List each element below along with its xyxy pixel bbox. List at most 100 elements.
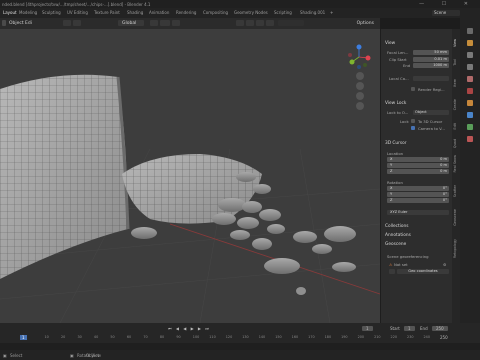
scene-properties-icon[interactable] bbox=[467, 76, 473, 82]
sidebar-tab-view[interactable]: View bbox=[453, 39, 459, 47]
xray-icon[interactable] bbox=[266, 20, 274, 26]
location-y-value: 0 m bbox=[440, 163, 447, 167]
rotation-x-field[interactable]: X 0° bbox=[387, 186, 449, 191]
camera-view-icon[interactable] bbox=[356, 92, 364, 100]
scene-georeferencing-label: Scene georeferencing bbox=[387, 254, 429, 259]
rotation-mode-dropdown[interactable]: XYZ Euler bbox=[387, 210, 449, 215]
tab-modeling[interactable]: Modeling bbox=[19, 10, 37, 15]
geo-coordinates-icon bbox=[389, 269, 395, 274]
render-region-checkbox[interactable] bbox=[411, 87, 415, 91]
rotation-z-axis: Z bbox=[390, 198, 393, 202]
select-mode-icon[interactable] bbox=[73, 20, 81, 26]
local-camera-field[interactable] bbox=[413, 76, 449, 81]
select-box-icon[interactable] bbox=[63, 20, 71, 26]
collections-header[interactable]: Collections bbox=[385, 224, 409, 229]
sidebar-tab-retopology[interactable]: Retopology bbox=[453, 239, 459, 258]
rotation-y-value: 0° bbox=[442, 192, 447, 196]
proportional-edit-icon[interactable] bbox=[172, 20, 180, 26]
location-x-field[interactable]: X 0 m bbox=[387, 157, 449, 162]
ruler-tick-label: 70 bbox=[143, 335, 148, 339]
pan-hand-icon[interactable] bbox=[356, 82, 364, 90]
mode-object[interactable]: Object bbox=[9, 21, 24, 26]
ruler-tick-label: 10 bbox=[44, 335, 49, 339]
location-y-field[interactable]: Y 0 m bbox=[387, 163, 449, 168]
output-properties-icon[interactable] bbox=[467, 52, 473, 58]
sidebar-tab-scatter[interactable]: Scatter bbox=[453, 185, 459, 197]
material-properties-icon[interactable] bbox=[467, 136, 473, 142]
view-panel-header[interactable]: View bbox=[385, 41, 395, 46]
annotations-header[interactable]: Annotations bbox=[385, 233, 411, 238]
tab-texture-paint[interactable]: Texture Paint bbox=[94, 10, 120, 15]
editor-type-icon[interactable] bbox=[2, 20, 6, 26]
tab-shading[interactable]: Shading bbox=[127, 10, 143, 15]
rotation-label: Rotation bbox=[387, 180, 403, 185]
playhead[interactable]: 1 bbox=[20, 335, 27, 340]
focal-length-field[interactable]: 50 mm bbox=[413, 50, 449, 55]
overlay-icon[interactable] bbox=[256, 20, 264, 26]
sidebar-tab-item[interactable]: Item bbox=[453, 79, 459, 87]
tab-animation[interactable]: Animation bbox=[149, 10, 169, 15]
timeline-track[interactable] bbox=[0, 343, 480, 350]
timeline[interactable]: ⏮ ◀ ◀ ▶ ▶ ⏭ 1 Start 1 End 250 1 250 10 20… bbox=[0, 323, 480, 343]
tab-sculpting[interactable]: Sculpting bbox=[42, 10, 61, 15]
gizmo-icon[interactable] bbox=[246, 20, 254, 26]
perspective-toggle-icon[interactable] bbox=[356, 102, 364, 110]
zoom-icon[interactable] bbox=[356, 72, 364, 80]
scene-selector[interactable]: Scene bbox=[432, 10, 460, 16]
options-dropdown[interactable]: Options bbox=[357, 21, 374, 26]
view-lock-header[interactable]: View Lock bbox=[385, 101, 406, 106]
shading-modes[interactable] bbox=[278, 20, 304, 26]
rotation-y-field[interactable]: Y 0° bbox=[387, 192, 449, 197]
snap-icon[interactable] bbox=[160, 20, 170, 26]
pivot-icon[interactable] bbox=[150, 20, 158, 26]
view-layer-properties-icon[interactable] bbox=[467, 64, 473, 70]
tab-uv-editing[interactable]: UV Editing bbox=[67, 10, 88, 15]
tab-layout[interactable]: Layout bbox=[3, 10, 17, 15]
3d-cursor-header[interactable]: 3D Cursor bbox=[385, 141, 407, 146]
sidebar-tab-quad[interactable]: Quad bbox=[453, 139, 459, 148]
menu-edit[interactable]: Edi bbox=[25, 21, 32, 26]
render-properties-icon[interactable] bbox=[467, 40, 473, 46]
add-workspace-icon[interactable]: + bbox=[330, 10, 333, 15]
clip-start-field[interactable]: 0.01 m bbox=[413, 57, 449, 62]
object-properties-icon[interactable] bbox=[467, 100, 473, 106]
frame-ruler[interactable]: 1 250 10 20 30 40 50 60 70 80 90 100 110 120 130 140 1… bbox=[0, 334, 480, 342]
physics-properties-icon[interactable] bbox=[467, 124, 473, 130]
transform-orientation-label: Global bbox=[122, 20, 137, 26]
tab-scripting[interactable]: Scripting bbox=[274, 10, 292, 15]
lock-to-object-field[interactable]: Object bbox=[413, 110, 449, 115]
tab-shading-001[interactable]: Shading.001 bbox=[300, 10, 325, 15]
sidebar-tab-real-snow[interactable]: Real Snow bbox=[453, 155, 459, 173]
camera-to-view-checkbox[interactable] bbox=[411, 126, 415, 130]
playback-controls[interactable]: ⏮ ◀ ◀ ▶ ▶ ⏭ bbox=[168, 326, 210, 331]
ruler-tick-label: 170 bbox=[308, 335, 315, 339]
tab-rendering[interactable]: Rendering bbox=[176, 10, 196, 15]
location-z-field[interactable]: Z 0 m bbox=[387, 169, 449, 174]
y-axis-icon bbox=[349, 59, 355, 65]
end-frame-field[interactable]: 250 bbox=[432, 326, 448, 331]
tab-geometry-nodes[interactable]: Geometry Nodes bbox=[234, 10, 268, 15]
sidebar-tabs: View Tool Item Create Edit Quad Real Sno… bbox=[452, 29, 460, 323]
sidebar-tab-create[interactable]: Create bbox=[453, 99, 459, 110]
geoscene-header[interactable]: Geoscene bbox=[385, 242, 406, 247]
tab-compositing[interactable]: Compositing bbox=[203, 10, 228, 15]
sidebar-tab-tool[interactable]: Tool bbox=[453, 59, 459, 66]
georef-settings-icon[interactable]: ⚙ bbox=[443, 262, 446, 267]
start-frame-field[interactable]: 1 bbox=[404, 326, 415, 331]
window-controls[interactable]: — ☐ ✕ bbox=[419, 1, 476, 7]
rotation-z-field[interactable]: Z 0° bbox=[387, 198, 449, 203]
geo-coordinates-button[interactable]: Geo coordinates bbox=[397, 269, 449, 274]
visibility-icon[interactable] bbox=[236, 20, 244, 26]
sidebar-tab-edit[interactable]: Edit bbox=[453, 123, 459, 130]
to-3d-cursor-checkbox[interactable] bbox=[411, 119, 415, 123]
render-region-label: Render Regi... bbox=[418, 87, 445, 92]
3d-viewport[interactable] bbox=[0, 29, 380, 323]
modifier-properties-icon[interactable] bbox=[467, 112, 473, 118]
current-frame-field[interactable]: 1 bbox=[362, 326, 373, 331]
ruler-end-label: 250 bbox=[440, 335, 448, 340]
navigation-gizmo[interactable] bbox=[346, 44, 372, 70]
tool-properties-icon[interactable] bbox=[467, 28, 473, 34]
sidebar-tab-geoscene[interactable]: Geoscene bbox=[453, 209, 459, 226]
clip-end-field[interactable]: 1000 m bbox=[413, 63, 449, 68]
world-properties-icon[interactable] bbox=[467, 88, 473, 94]
